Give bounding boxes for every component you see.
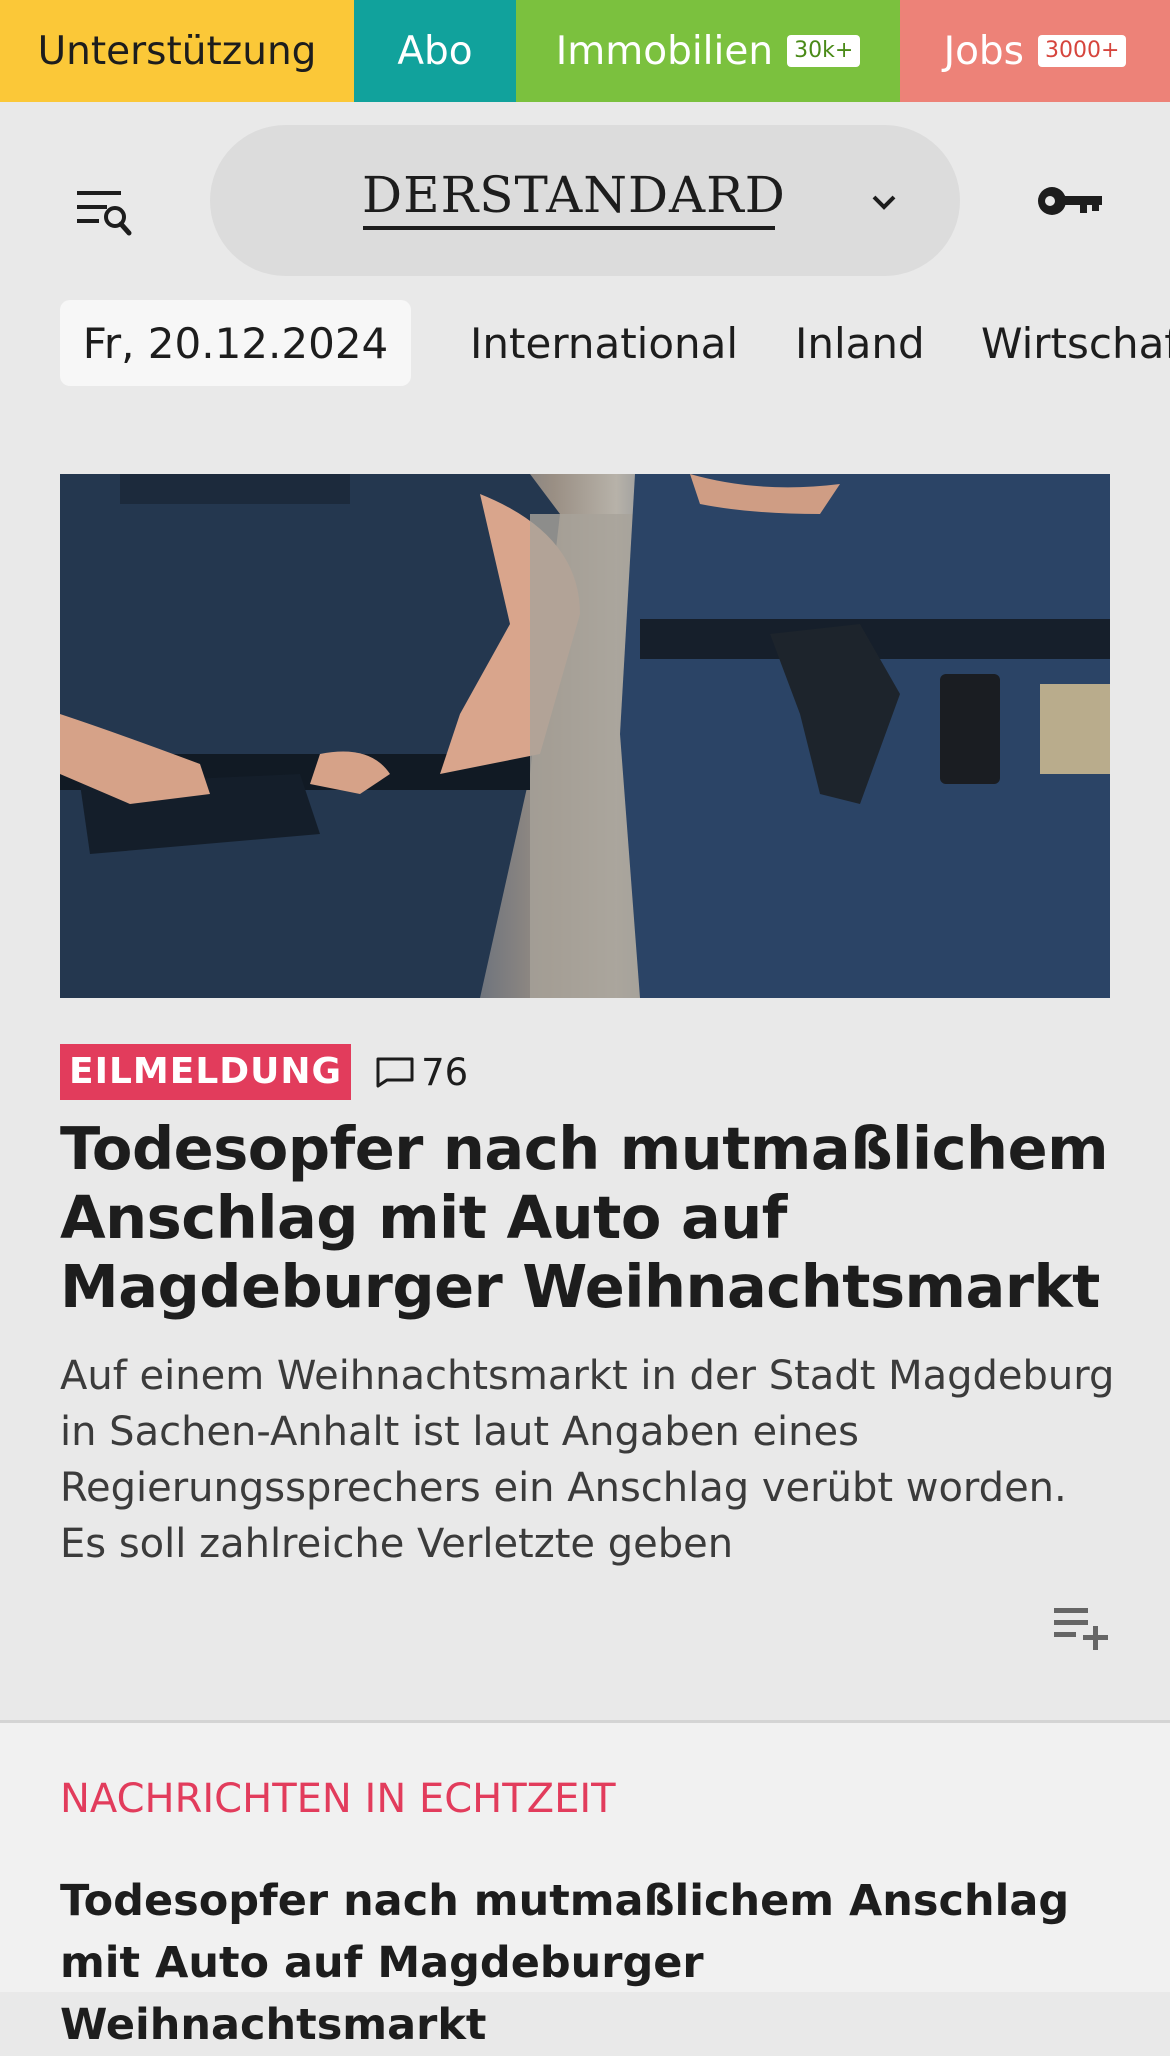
police-photo-illustration: [60, 474, 1110, 998]
comment-count-link[interactable]: 76: [375, 1051, 468, 1094]
site-logo[interactable]: DERSTANDARD: [362, 166, 786, 224]
immobilien-label: Immobilien: [555, 28, 774, 74]
immobilien-link[interactable]: Immobilien 30k+: [516, 0, 900, 102]
menu-search-icon: [77, 191, 132, 236]
jobs-link[interactable]: Jobs 3000+: [900, 0, 1170, 102]
abo-link[interactable]: Abo: [354, 0, 516, 102]
article-image[interactable]: [60, 474, 1110, 998]
section-navigation: Fr, 20.12.2024 International Inland Wirt…: [0, 300, 1170, 386]
nav-item-wirtschaft[interactable]: Wirtschaft: [981, 300, 1170, 386]
jobs-label: Jobs: [943, 28, 1024, 74]
menu-search-button[interactable]: [70, 176, 140, 246]
article-meta: EILMELDUNG 76: [60, 1044, 468, 1100]
live-news-label: NACHRICHTEN IN ECHTZEIT: [60, 1776, 616, 1822]
jobs-count-badge: 3000+: [1038, 35, 1127, 67]
abo-label: Abo: [397, 28, 473, 74]
nav-item-international[interactable]: International: [470, 300, 738, 386]
top-service-bar: Unterstützung Abo Immobilien 30k+ Jobs 300…: [0, 0, 1170, 102]
nav-item-inland[interactable]: Inland: [795, 300, 925, 386]
comment-count: 76: [421, 1050, 469, 1094]
breaking-news-badge: EILMELDUNG: [60, 1044, 352, 1100]
date-chip[interactable]: Fr, 20.12.2024: [60, 300, 411, 386]
comment-icon: [376, 1057, 414, 1088]
login-button[interactable]: [1030, 176, 1110, 226]
support-label: Unterstützung: [37, 28, 317, 74]
key-icon: [1038, 187, 1102, 215]
logo-underline: [363, 226, 775, 230]
edition-dropdown-button[interactable]: [868, 186, 900, 218]
add-to-playlist-button[interactable]: [1050, 1600, 1112, 1654]
support-link[interactable]: Unterstützung: [0, 0, 354, 102]
playlist-add-icon: [1054, 1608, 1108, 1650]
article-lead: Auf einem Weihnachtsmarkt in der Stadt M…: [60, 1353, 1115, 1567]
immobilien-count-badge: 30k+: [787, 35, 861, 67]
live-news-headline[interactable]: Todesopfer nach mutmaßlichem Anschlag mi…: [60, 1870, 1120, 2056]
chevron-down-icon: [872, 195, 896, 210]
article-headline[interactable]: Todesopfer nach mutmaßlichem Anschlag mi…: [60, 1114, 1110, 1321]
